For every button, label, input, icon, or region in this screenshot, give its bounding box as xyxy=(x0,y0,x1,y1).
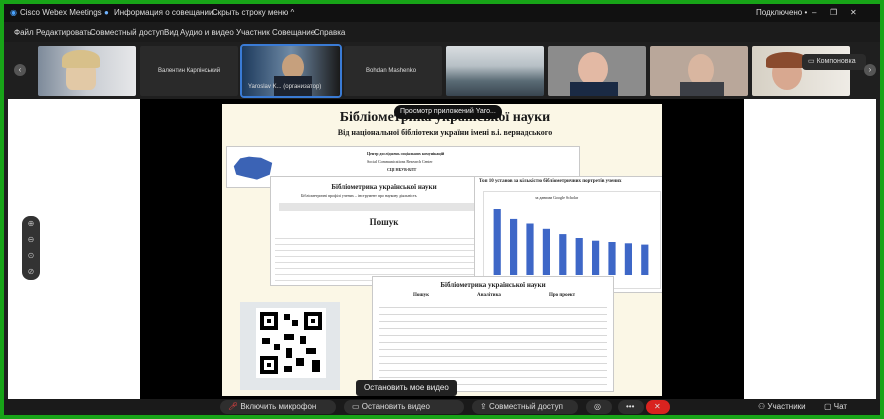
zoom-out-icon[interactable]: ⊖ xyxy=(22,232,40,248)
strip-prev-icon[interactable]: ‹ xyxy=(14,64,26,76)
participant-tile[interactable]: Bohdan Mashenko xyxy=(344,46,442,96)
participant-strip: ‹ Валентин Карпінський Yaroslav K... (ор… xyxy=(4,42,880,102)
chart-bar xyxy=(608,242,616,275)
zoom-reset-icon[interactable]: ⊘ xyxy=(22,264,40,280)
participant-tile[interactable] xyxy=(650,46,748,96)
lower-card: Бібліометрика української науки Пошук Ан… xyxy=(372,276,614,392)
shared-poster: Бібліометрика української науки Від наці… xyxy=(222,104,662,396)
ukraine-map-icon xyxy=(233,156,273,180)
webex-logo-icon: ◉ xyxy=(10,8,17,17)
record-icon: ◎ xyxy=(594,402,601,411)
microphone-icon: 🎤︎ xyxy=(228,402,241,411)
menu-edit[interactable]: Редактировать xyxy=(36,28,91,37)
chart-bar xyxy=(592,240,600,275)
menu-view[interactable]: Вид xyxy=(164,28,178,37)
webex-window: ◉ Cisco Webex Meetings ● Информация о со… xyxy=(4,4,880,415)
participant-tile[interactable]: Валентин Карпінський xyxy=(140,46,238,96)
chart-bar xyxy=(559,234,567,275)
mid-card: Бібліометрика української науки Бібліоме… xyxy=(270,176,498,286)
app-view-tooltip: Просмотр приложений Yaro... xyxy=(394,105,502,119)
right-panel xyxy=(744,99,876,399)
layout-icon: ▭ xyxy=(808,58,817,65)
qr-panel xyxy=(240,302,340,390)
meeting-info-link[interactable]: Информация о совещании xyxy=(114,8,213,17)
connection-status[interactable]: Подключено • xyxy=(756,8,807,17)
app-title: Cisco Webex Meetings xyxy=(20,8,102,17)
participant-tile-organizer[interactable]: Yaroslav K... (организатор) xyxy=(240,44,342,98)
poster-subtitle: Від національної бібліотеки україни імен… xyxy=(337,128,553,137)
more-icon: ••• xyxy=(626,402,635,411)
menu-meeting[interactable]: Совещание xyxy=(272,28,315,37)
bar-chart xyxy=(493,209,649,275)
chart-bar xyxy=(493,209,501,275)
participant-tile[interactable] xyxy=(38,46,136,96)
minimize-icon[interactable]: – xyxy=(812,8,816,17)
share-button[interactable]: ⇪ Совместный доступ xyxy=(472,400,578,414)
zoom-controls: ⊕ ⊖ ⊙ ⊘ xyxy=(22,216,40,280)
qr-code-icon xyxy=(256,308,326,378)
chart-bar xyxy=(526,223,534,275)
menu-bar: Файл Редактировать Совместный доступ Вид… xyxy=(4,22,880,42)
restore-icon[interactable]: ❐ xyxy=(830,8,837,17)
chart-bar xyxy=(624,243,632,275)
chart-bar xyxy=(542,228,550,275)
chart-bar xyxy=(641,244,649,275)
chart-bar xyxy=(510,218,518,275)
strip-next-icon[interactable]: › xyxy=(864,64,876,76)
camera-icon: ▭ xyxy=(352,402,362,411)
close-icon: ✕ xyxy=(654,402,661,411)
chart-title: Топ 10 установ за кількістю бібліометрич… xyxy=(479,179,622,184)
menu-file[interactable]: Файл xyxy=(14,28,34,37)
close-icon[interactable]: ✕ xyxy=(850,8,857,17)
bottom-toolbar: 🎤︎ Включить микрофон ▭ Остановить видео … xyxy=(4,399,880,415)
record-button[interactable]: ◎ xyxy=(586,400,612,414)
zoom-in-icon[interactable]: ⊕ xyxy=(22,216,40,232)
menu-participant[interactable]: Участник xyxy=(236,28,270,37)
more-options-button[interactable]: ••• xyxy=(618,400,644,414)
chart-bar xyxy=(575,238,583,275)
participant-tile[interactable] xyxy=(446,46,544,96)
unmute-button[interactable]: 🎤︎ Включить микрофон xyxy=(220,400,336,414)
stop-video-button[interactable]: ▭ Остановить видео xyxy=(344,400,464,414)
participants-button[interactable]: ⚇ Участники xyxy=(750,400,812,414)
menu-audio-video[interactable]: Аудио и видео xyxy=(180,28,234,37)
title-bar: ◉ Cisco Webex Meetings ● Информация о со… xyxy=(4,4,880,22)
stop-my-video-label[interactable]: Остановить мое видео xyxy=(356,380,457,396)
menu-share[interactable]: Совместный доступ xyxy=(90,28,164,37)
layout-button[interactable]: ▭ Компоновка xyxy=(802,54,866,70)
chat-icon: ▢ xyxy=(824,402,834,411)
info-icon: ● xyxy=(104,8,109,17)
participant-tile[interactable] xyxy=(548,46,646,96)
chat-button[interactable]: ▢ Чат xyxy=(816,400,860,414)
zoom-fit-icon[interactable]: ⊙ xyxy=(22,248,40,264)
leave-meeting-button[interactable]: ✕ xyxy=(646,400,670,414)
hide-menu-button[interactable]: Скрыть строку меню ^ xyxy=(212,8,294,17)
menu-help[interactable]: Справка xyxy=(314,28,345,37)
person-icon: ⚇ xyxy=(758,402,768,411)
share-icon: ⇪ xyxy=(480,402,489,411)
chart-legend: за даними Google Scholar xyxy=(535,195,579,200)
